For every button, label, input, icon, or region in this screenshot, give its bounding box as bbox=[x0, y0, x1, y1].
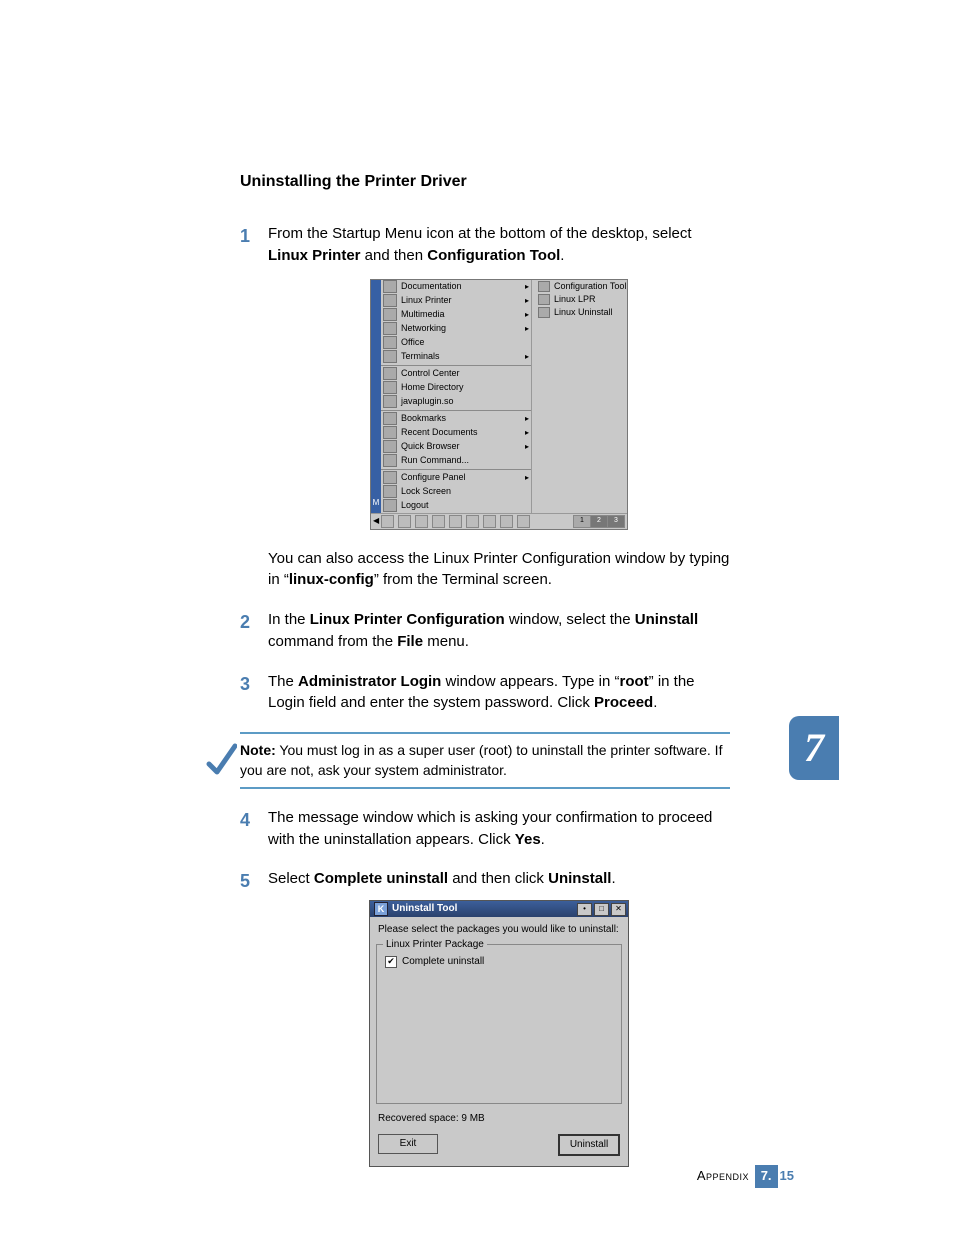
dialog-prompt: Please select the packages you would lik… bbox=[378, 923, 622, 938]
taskbar-icon[interactable] bbox=[381, 515, 394, 528]
kmenu-item[interactable]: javaplugin.so bbox=[381, 395, 531, 409]
note-text: Note: You must log in as a super user (r… bbox=[240, 732, 730, 789]
dialog-titlebar[interactable]: K Uninstall Tool • □ ✕ bbox=[370, 901, 628, 917]
kmenu-item[interactable]: Office bbox=[381, 336, 531, 350]
dialog-title-text: Uninstall Tool bbox=[392, 902, 457, 917]
taskbar-icon[interactable] bbox=[483, 515, 496, 528]
kmenu-sub-item[interactable]: Configuration Tool bbox=[532, 280, 627, 293]
figure-uninstall-dialog: K Uninstall Tool • □ ✕ Please select the… bbox=[369, 900, 629, 1167]
step-number: 4 bbox=[240, 807, 250, 833]
kmenu-taskbar: ◀ 1 2 3 bbox=[371, 513, 627, 529]
kmenu-item[interactable]: Bookmarks▸ bbox=[381, 412, 531, 426]
kmenu-item[interactable]: Run Command... bbox=[381, 454, 531, 468]
kmenu-item[interactable]: Control Center bbox=[381, 367, 531, 381]
dialog-groupbox: Linux Printer Package ✔ Complete uninsta… bbox=[376, 944, 622, 1104]
exit-button[interactable]: Exit bbox=[378, 1134, 438, 1154]
footer-chapter: 7. bbox=[755, 1165, 778, 1188]
step-4: 4 The message window which is asking you… bbox=[240, 807, 730, 851]
step-number: 3 bbox=[240, 671, 250, 697]
steps-list: 1 From the Startup Menu icon at the bott… bbox=[240, 223, 730, 714]
kmenu-item[interactable]: Lock Screen bbox=[381, 485, 531, 499]
step-number: 1 bbox=[240, 223, 250, 249]
taskbar-icon[interactable] bbox=[398, 515, 411, 528]
step-text: In the Linux Printer Configuration windo… bbox=[268, 611, 698, 650]
taskbar-icon[interactable] bbox=[466, 515, 479, 528]
step-5: 5 Select Complete uninstall and then cli… bbox=[240, 868, 730, 1167]
app-icon: K bbox=[374, 902, 388, 916]
note-block: Note: You must log in as a super user (r… bbox=[205, 732, 730, 789]
step-text: From the Startup Menu icon at the bottom… bbox=[268, 225, 692, 264]
step-number: 2 bbox=[240, 609, 250, 635]
chapter-tab: 7 bbox=[789, 716, 839, 780]
figure-kmenu: M Documentation▸ Linux Printer▸ Multimed… bbox=[370, 279, 628, 530]
kmenu-item[interactable]: Quick Browser▸ bbox=[381, 440, 531, 454]
window-max-button[interactable]: □ bbox=[594, 903, 609, 916]
kmenu-item[interactable]: Multimedia▸ bbox=[381, 308, 531, 322]
kmenu-submenu: Configuration Tool Linux LPR Linux Unins… bbox=[531, 280, 627, 513]
uninstall-button[interactable]: Uninstall bbox=[558, 1134, 620, 1156]
kmenu-item[interactable]: Networking▸ bbox=[381, 322, 531, 336]
kmenu-sideband: M bbox=[371, 280, 381, 513]
recovered-space-text: Recovered space: 9 MB bbox=[378, 1112, 620, 1127]
kmenu-sub-item[interactable]: Linux LPR bbox=[532, 293, 627, 306]
section-heading: Uninstalling the Printer Driver bbox=[240, 170, 730, 193]
kmenu-sub-item[interactable]: Linux Uninstall bbox=[532, 306, 627, 319]
step-2: 2 In the Linux Printer Configuration win… bbox=[240, 609, 730, 653]
checkbox-label: Complete uninstall bbox=[402, 955, 484, 970]
page-footer: Appendix 7.15 bbox=[697, 1165, 794, 1188]
step-number: 5 bbox=[240, 868, 250, 894]
checkmark-icon bbox=[205, 742, 240, 778]
taskbar-icon[interactable] bbox=[517, 515, 530, 528]
window-min-button[interactable]: • bbox=[577, 903, 592, 916]
footer-page: 15 bbox=[780, 1168, 794, 1183]
checkbox-icon[interactable]: ✔ bbox=[385, 956, 397, 968]
window-close-button[interactable]: ✕ bbox=[611, 903, 626, 916]
steps-list-continued: 4 The message window which is asking you… bbox=[240, 807, 730, 1167]
step-followup-text: You can also access the Linux Printer Co… bbox=[268, 548, 730, 592]
step-1: 1 From the Startup Menu icon at the bott… bbox=[240, 223, 730, 591]
kmenu-item[interactable]: Documentation▸ bbox=[381, 280, 531, 294]
kmenu-item[interactable]: Linux Printer▸ bbox=[381, 294, 531, 308]
kmenu-item[interactable]: Recent Documents▸ bbox=[381, 426, 531, 440]
groupbox-label: Linux Printer Package bbox=[383, 938, 487, 953]
step-text: Select Complete uninstall and then click… bbox=[268, 870, 616, 887]
step-text: The message window which is asking your … bbox=[268, 809, 712, 848]
page-content: Uninstalling the Printer Driver 1 From t… bbox=[240, 170, 730, 1185]
kmenu-main-column: Documentation▸ Linux Printer▸ Multimedia… bbox=[381, 280, 531, 513]
taskbar-pager[interactable]: 1 2 3 bbox=[574, 515, 625, 528]
step-3: 3 The Administrator Login window appears… bbox=[240, 671, 730, 715]
kmenu-item[interactable]: Home Directory bbox=[381, 381, 531, 395]
checkbox-row[interactable]: ✔ Complete uninstall bbox=[385, 955, 613, 970]
kmenu-item[interactable]: Terminals▸ bbox=[381, 350, 531, 364]
step-text: The Administrator Login window appears. … bbox=[268, 673, 695, 712]
taskbar-icon[interactable] bbox=[449, 515, 462, 528]
taskbar-icon[interactable] bbox=[500, 515, 513, 528]
footer-label: Appendix bbox=[697, 1168, 749, 1183]
taskbar-icon[interactable] bbox=[432, 515, 445, 528]
kmenu-item[interactable]: Configure Panel▸ bbox=[381, 471, 531, 485]
kmenu-item[interactable]: Logout bbox=[381, 499, 531, 513]
taskbar-icon[interactable] bbox=[415, 515, 428, 528]
